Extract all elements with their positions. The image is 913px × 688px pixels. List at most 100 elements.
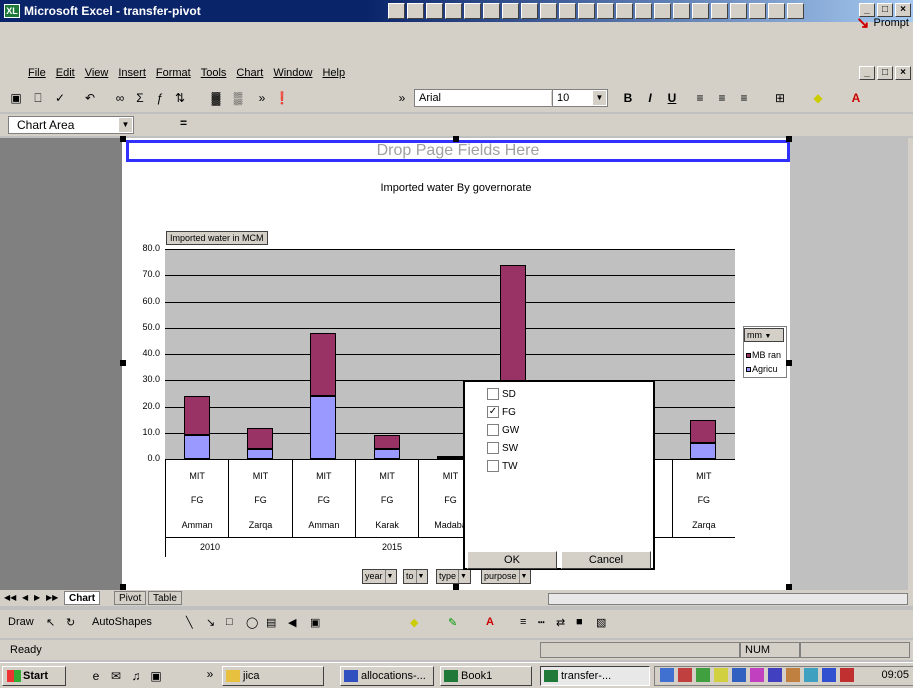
line-icon[interactable]: ╲ xyxy=(186,616,193,629)
3d-icon[interactable]: ▧ xyxy=(596,616,606,629)
tab-chart[interactable]: Chart xyxy=(64,591,101,605)
toolbar-mini-icon[interactable] xyxy=(445,3,462,19)
filter-item[interactable]: GW xyxy=(487,424,519,436)
filter-item[interactable]: SD xyxy=(487,388,516,400)
legend-field-button[interactable]: mm ▼ xyxy=(744,328,784,342)
fill-color-icon[interactable]: ◆ xyxy=(808,88,828,108)
vertical-scrollbar[interactable] xyxy=(908,138,913,590)
drop-page-fields-zone[interactable]: Drop Page Fields Here xyxy=(126,140,790,162)
tab-table[interactable]: Table xyxy=(148,591,182,605)
bar-mbran[interactable] xyxy=(183,396,210,436)
bar-agricu[interactable] xyxy=(310,396,337,459)
checkbox[interactable] xyxy=(487,388,499,400)
tray-icon[interactable] xyxy=(732,668,746,682)
save-icon[interactable]: ▣ xyxy=(6,88,26,108)
rectangle-icon[interactable]: □ xyxy=(226,616,233,628)
last-sheet-icon[interactable]: ▶▶ xyxy=(46,593,58,602)
shadow-icon[interactable]: ■ xyxy=(576,616,583,628)
free-rotate-icon[interactable]: ↻ xyxy=(66,616,75,629)
filter-item[interactable]: TW xyxy=(487,460,518,472)
menu-format[interactable]: Format xyxy=(156,67,191,79)
start-button[interactable]: Start xyxy=(2,666,66,686)
task-transfer[interactable]: transfer-... xyxy=(540,666,650,686)
ok-button[interactable]: OK xyxy=(467,551,557,569)
toolbar-mini-icon[interactable] xyxy=(578,3,595,19)
toolbar-mini-icon[interactable] xyxy=(464,3,481,19)
toolbar-mini-icon[interactable] xyxy=(521,3,538,19)
toolbar-mini-icon[interactable] xyxy=(654,3,671,19)
alert-icon[interactable]: ❗ xyxy=(272,88,292,108)
toolbar-mini-icon[interactable] xyxy=(597,3,614,19)
text-box-icon[interactable]: ▤ xyxy=(266,616,276,629)
field-button-year[interactable]: year ▼ xyxy=(362,569,398,584)
toolbar-mini-icon[interactable] xyxy=(407,3,424,19)
print-preview-icon[interactable]: ⎕ xyxy=(28,88,48,108)
clipart-icon[interactable]: ▣ xyxy=(310,616,320,629)
toolbar-options-icon[interactable]: » xyxy=(252,88,272,108)
toolbar-mini-icon[interactable] xyxy=(502,3,519,19)
cancel-button[interactable]: Cancel xyxy=(561,551,651,569)
outlook-icon[interactable]: ✉ xyxy=(106,666,126,686)
selection-handle[interactable] xyxy=(453,136,459,142)
ie-icon[interactable]: e xyxy=(86,666,106,686)
selection-handle[interactable] xyxy=(120,136,126,142)
task-jica[interactable]: jica xyxy=(222,666,324,686)
toolbar-mini-icon[interactable] xyxy=(559,3,576,19)
oval-icon[interactable]: ◯ xyxy=(246,616,258,629)
toolbar-mini-icon[interactable] xyxy=(673,3,690,19)
spelling-icon[interactable]: ✓ xyxy=(50,88,70,108)
media-icon[interactable]: ♫ xyxy=(126,666,146,686)
menu-edit[interactable]: Edit xyxy=(56,67,75,79)
bar-mbran[interactable] xyxy=(373,435,400,449)
doc-close-button[interactable]: × xyxy=(895,66,911,80)
menu-window[interactable]: Window xyxy=(273,67,312,79)
tray-icon[interactable] xyxy=(840,668,854,682)
tray-icon[interactable] xyxy=(786,668,800,682)
font-size-select[interactable]: 10 ▼ xyxy=(552,89,608,107)
borders-icon[interactable]: ⊞ xyxy=(770,88,790,108)
chevron-down-icon[interactable]: ▼ xyxy=(765,333,772,340)
bar-agricu[interactable] xyxy=(690,443,717,459)
function-icon[interactable]: ƒ xyxy=(150,88,170,108)
chevron-down-icon[interactable]: ▼ xyxy=(415,570,426,583)
selection-handle[interactable] xyxy=(120,360,126,366)
select-objects-icon[interactable]: ↖ xyxy=(46,616,55,629)
tray-icon[interactable] xyxy=(822,668,836,682)
tray-icon[interactable] xyxy=(714,668,728,682)
tray-icon[interactable] xyxy=(678,668,692,682)
align-right-icon[interactable]: ≡ xyxy=(734,88,754,108)
chart-title[interactable]: Imported water By governorate xyxy=(122,182,790,194)
chevron-down-icon[interactable]: ▼ xyxy=(458,570,468,583)
field-button-to[interactable]: to ▼ xyxy=(403,569,429,584)
toolbar-mini-icon[interactable] xyxy=(711,3,728,19)
hyperlink-icon[interactable]: ∞ xyxy=(110,88,130,108)
toolbar-mini-icon[interactable] xyxy=(692,3,709,19)
wordart-icon[interactable]: ◀ xyxy=(288,616,296,629)
checkbox[interactable] xyxy=(487,460,499,472)
toolbar-mini-icon[interactable] xyxy=(616,3,633,19)
checkbox[interactable] xyxy=(487,442,499,454)
checkbox[interactable] xyxy=(487,424,499,436)
font-color-icon[interactable]: A xyxy=(486,616,494,628)
line-color-icon[interactable]: ✎ xyxy=(448,616,457,629)
chevron-down-icon[interactable]: ▼ xyxy=(593,91,606,105)
bar-agricu[interactable] xyxy=(247,448,273,459)
toolbar-mini-icon[interactable] xyxy=(749,3,766,19)
horizontal-scrollbar[interactable] xyxy=(548,593,908,605)
autoshapes-button[interactable]: AutoShapes xyxy=(92,616,152,628)
align-center-icon[interactable]: ≡ xyxy=(712,88,732,108)
tray-icon[interactable] xyxy=(750,668,764,682)
bar-agricu[interactable] xyxy=(183,435,210,459)
doc-minimize-button[interactable]: _ xyxy=(859,66,875,80)
bar-agricu[interactable] xyxy=(373,448,400,459)
chart-wizard-icon[interactable]: ▓ xyxy=(206,88,226,108)
pivot-wizard-icon[interactable]: ▒ xyxy=(228,88,248,108)
arrow-style-icon[interactable]: ⇄ xyxy=(556,616,565,629)
prompt-button[interactable]: ↘ Prompt xyxy=(852,14,913,32)
toolbar-mini-icon[interactable] xyxy=(540,3,557,19)
chevron-down-icon[interactable]: ▼ xyxy=(384,570,395,583)
sort-icon[interactable]: ⇅ xyxy=(170,88,190,108)
field-button-purpose[interactable]: purpose ▼ xyxy=(481,569,532,584)
toolbar-mini-icon[interactable] xyxy=(787,3,804,19)
formula-equals[interactable]: = xyxy=(180,116,187,130)
